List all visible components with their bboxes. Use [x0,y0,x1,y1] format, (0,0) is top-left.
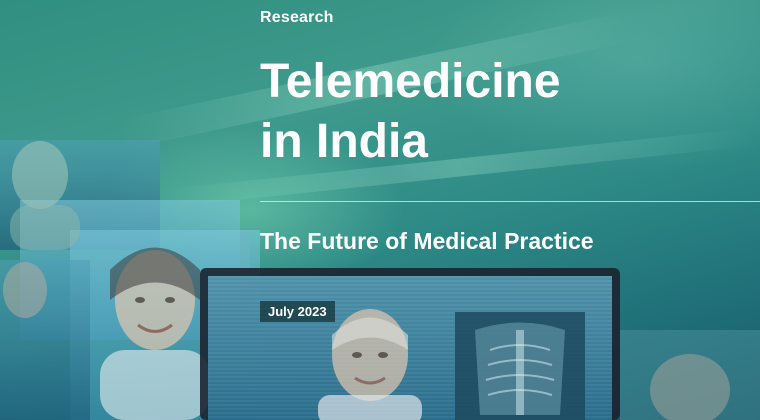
report-cover: Research Telemedicine in India The Futur… [0,0,760,420]
title-line: Telemedicine [260,55,561,108]
title-line: in India [260,115,428,168]
report-category: Research [260,9,334,26]
report-title: Telemedicine in India [260,52,561,172]
date-badge: July 2023 [260,301,335,322]
report-subtitle: The Future of Medical Practice [260,228,594,254]
title-block: Research Telemedicine in India The Futur… [260,0,760,420]
divider [260,201,760,202]
